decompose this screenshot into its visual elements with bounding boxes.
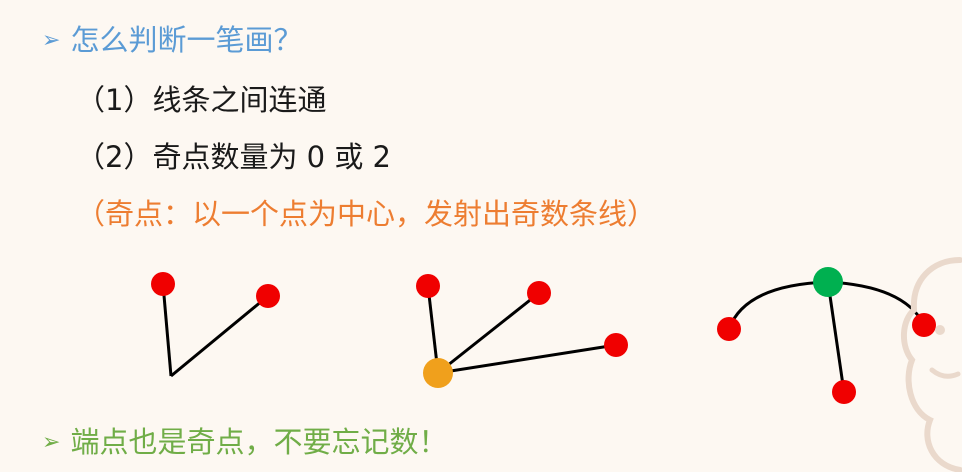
edge xyxy=(437,343,617,375)
tip-line: ➢ 端点也是奇点，不要忘记数！ xyxy=(42,424,447,461)
arrow-bullet-icon: ➢ xyxy=(42,430,61,455)
slide: ➢ 怎么判断一笔画？ （1）线条之间连通 （2）奇点数量为 0 或 2 （奇点：以… xyxy=(0,0,962,472)
vertex-green-odd-center xyxy=(813,267,843,297)
vertex-red xyxy=(527,281,551,305)
edge-arc xyxy=(727,280,829,330)
edge xyxy=(161,283,173,377)
vertex-red xyxy=(256,284,280,308)
vertex-red xyxy=(832,380,856,404)
decorative-background-doodle xyxy=(901,257,962,472)
graph-examples xyxy=(151,267,936,404)
graph-star xyxy=(416,274,628,388)
tip-text: 端点也是奇点，不要忘记数！ xyxy=(70,425,448,459)
vertex-red xyxy=(151,272,175,296)
graph-v-shape xyxy=(151,272,280,378)
vertex-red xyxy=(717,317,741,341)
vertex-red xyxy=(604,333,628,357)
vertex-red xyxy=(416,274,440,298)
edge xyxy=(170,294,269,378)
vertex-orange-odd-center xyxy=(423,358,453,388)
edge xyxy=(826,281,846,393)
